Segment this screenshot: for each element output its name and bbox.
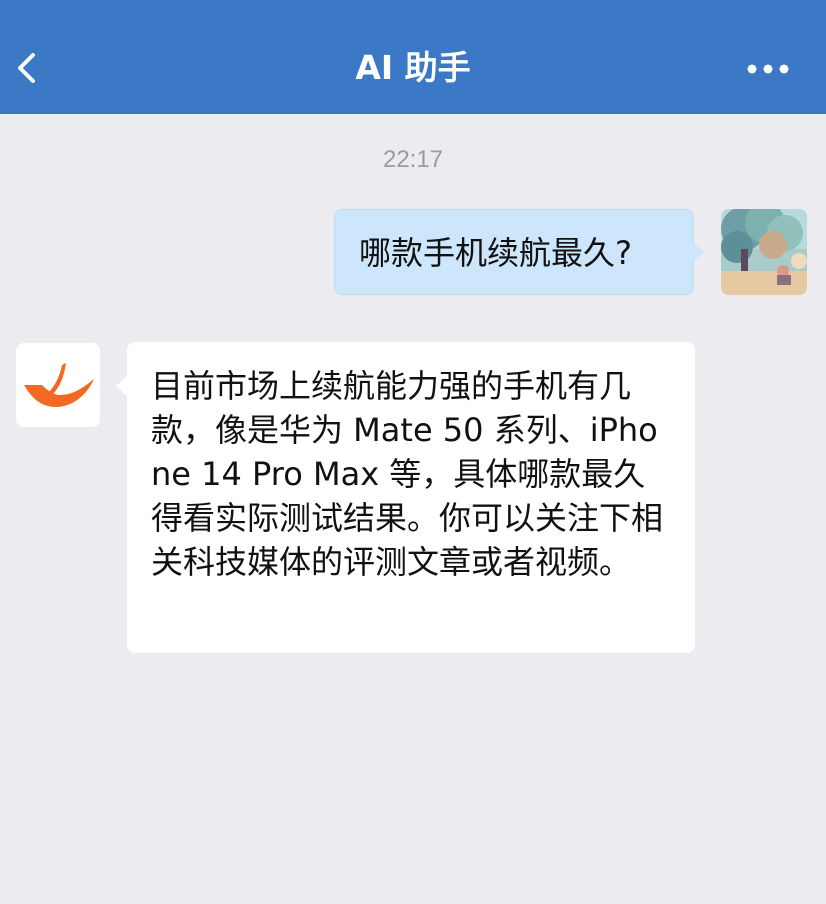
- more-options-button[interactable]: [742, 52, 794, 86]
- user-avatar[interactable]: [721, 209, 807, 295]
- message-timestamp: 22:17: [382, 146, 444, 173]
- user-message-bubble[interactable]: 哪款手机续航最久?: [334, 209, 704, 295]
- assistant-avatar[interactable]: [16, 343, 100, 427]
- back-button[interactable]: [6, 46, 50, 90]
- user-avatar-image: [721, 209, 807, 295]
- chevron-left-icon: [18, 53, 35, 83]
- more-horizontal-icon: [747, 64, 789, 74]
- top-navigation-bar: AI 助手: [0, 0, 826, 114]
- assistant-logo-icon: [16, 343, 100, 427]
- page-title: AI 助手: [355, 48, 471, 87]
- assistant-message-bubble[interactable]: 目前市场上续航能力强的手机有几款，像是华为 Mate 50 系列、iPhone …: [116, 342, 695, 653]
